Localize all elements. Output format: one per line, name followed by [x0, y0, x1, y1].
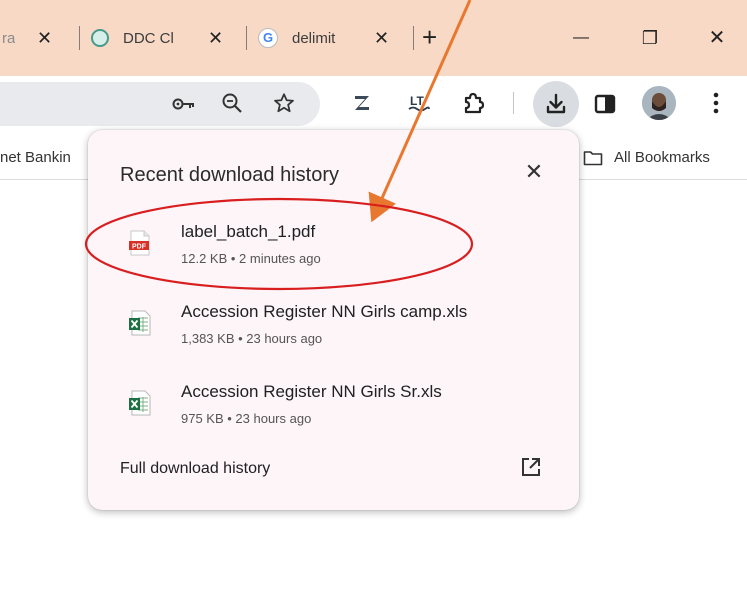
tab-strip: ra ✕ DDC Cl ✕ G delimit ✕ + — ❐ ✕	[0, 0, 747, 76]
tab-separator	[413, 26, 414, 50]
download-file-name: Accession Register NN Girls camp.xls	[181, 302, 468, 321]
zoom-icon[interactable]	[219, 90, 245, 116]
download-icon[interactable]	[541, 89, 571, 119]
download-file-meta: 12.2 KB • 2 minutes ago	[181, 251, 321, 266]
tab-close-button[interactable]: ✕	[208, 28, 223, 49]
all-bookmarks-button[interactable]: All Bookmarks	[614, 149, 710, 166]
excel-file-icon	[128, 390, 152, 416]
download-file-name: Accession Register NN Girls Sr.xls	[181, 382, 442, 401]
pdf-file-icon: PDF	[128, 230, 152, 256]
download-bubble-close-button[interactable]: ✕	[520, 158, 548, 186]
menu-icon[interactable]	[706, 90, 726, 116]
download-file-meta: 1,383 KB • 23 hours ago	[181, 331, 323, 346]
key-icon[interactable]	[171, 91, 197, 117]
folder-icon	[582, 147, 604, 169]
new-tab-button[interactable]: +	[422, 22, 437, 52]
download-item[interactable]: Accession Register NN Girls camp.xls 1,3…	[88, 302, 579, 372]
tab-close-button[interactable]: ✕	[37, 28, 52, 49]
tab-title: ra	[2, 30, 16, 47]
tab-separator	[246, 26, 247, 50]
tab-close-button[interactable]: ✕	[374, 28, 389, 49]
svg-text:LT: LT	[410, 94, 424, 108]
download-bubble: Recent download history ✕ PDF label_batc…	[88, 130, 579, 510]
download-file-name: label_batch_1.pdf	[181, 222, 316, 241]
window-close-button[interactable]: ✕	[697, 22, 737, 54]
open-in-new-icon[interactable]	[520, 456, 544, 480]
download-bubble-title: Recent download history	[120, 164, 340, 186]
ddc-favicon-icon	[91, 29, 109, 47]
tab-3[interactable]: G delimit ✕	[252, 22, 412, 56]
tab-title: delimit	[292, 30, 336, 47]
download-item[interactable]: PDF label_batch_1.pdf 12.2 KB • 2 minute…	[88, 222, 579, 292]
download-file-meta: 975 KB • 23 hours ago	[181, 411, 312, 426]
full-download-history-link[interactable]: Full download history	[120, 460, 270, 478]
tab-title: DDC Cl	[123, 30, 173, 47]
minimize-button[interactable]: —	[561, 22, 601, 54]
tab-1[interactable]: ra ✕	[0, 22, 80, 56]
z-extension-icon[interactable]	[348, 89, 376, 117]
toolbar-separator	[513, 92, 514, 114]
restore-button[interactable]: ❐	[630, 22, 670, 54]
languagetool-icon[interactable]: LT	[404, 88, 434, 118]
excel-file-icon	[128, 310, 152, 336]
download-item[interactable]: Accession Register NN Girls Sr.xls 975 K…	[88, 382, 579, 452]
avatar[interactable]	[642, 86, 676, 120]
side-panel-icon[interactable]	[590, 89, 620, 119]
google-favicon-icon: G	[258, 28, 278, 48]
star-icon[interactable]	[270, 89, 298, 117]
bookmark-item[interactable]: net Bankin	[0, 149, 71, 166]
tab-2[interactable]: DDC Cl ✕	[85, 22, 242, 56]
svg-text:PDF: PDF	[132, 244, 147, 251]
puzzle-icon[interactable]	[458, 88, 488, 118]
tab-separator	[79, 26, 80, 50]
